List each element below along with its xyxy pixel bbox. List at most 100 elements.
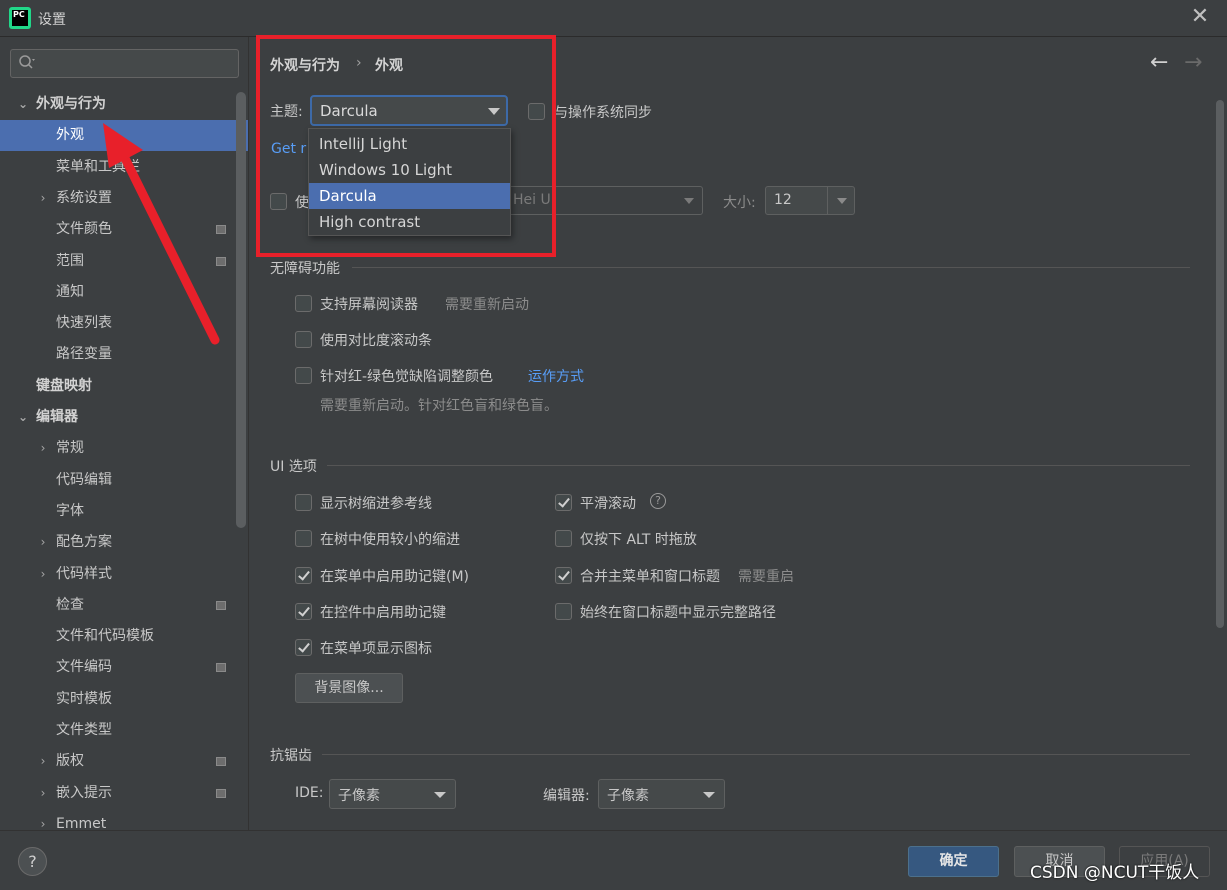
full-path-title-label: 始终在窗口标题中显示完整路径: [580, 605, 776, 621]
sidebar-item[interactable]: 代码编辑: [0, 465, 248, 496]
sidebar-item-label: 文件编码: [56, 659, 112, 676]
menu-mnemonics-checkbox[interactable]: [295, 567, 312, 584]
chevron-down-icon[interactable]: ⌄: [16, 89, 30, 120]
font-size-select[interactable]: 12: [765, 186, 855, 215]
tree-indent-guides-checkbox[interactable]: [295, 494, 312, 511]
tree-indent-guides-label: 显示树缩进参考线: [320, 496, 432, 512]
chevron-right-icon[interactable]: ›: [36, 559, 50, 590]
sidebar-item[interactable]: 字体: [0, 496, 248, 527]
background-image-button[interactable]: 背景图像...: [295, 673, 403, 703]
content-scrollbar[interactable]: [1216, 100, 1224, 628]
project-scope-icon: [216, 788, 226, 798]
chevron-down-icon: [837, 198, 847, 204]
project-scope-icon: [216, 757, 226, 767]
sidebar-item[interactable]: › 常规: [0, 433, 248, 464]
sidebar-item[interactable]: 键盘映射: [0, 371, 248, 402]
sidebar-item-label: 编辑器: [36, 409, 78, 425]
restart-required-hint: 需要重启: [738, 569, 794, 585]
close-icon[interactable]: ✕: [1188, 5, 1212, 29]
sidebar-item[interactable]: 实时模板: [0, 684, 248, 715]
sidebar-item-label: 文件类型: [56, 722, 112, 738]
chevron-down-icon: [434, 792, 446, 798]
sidebar-item-label: 字体: [56, 502, 84, 519]
ok-button[interactable]: 确定: [908, 846, 999, 877]
font-size-value: 12: [774, 192, 792, 208]
alt-drag-checkbox[interactable]: [555, 530, 572, 547]
control-mnemonics-checkbox[interactable]: [295, 603, 312, 620]
sidebar-item[interactable]: › 嵌入提示: [0, 778, 248, 809]
sidebar-item-label: 通知: [56, 283, 84, 300]
font-size-divider: [827, 187, 828, 214]
ui-options-section-title: UI 选项: [270, 459, 317, 475]
chevron-right-icon[interactable]: ›: [36, 778, 50, 809]
sidebar-item[interactable]: › 配色方案: [0, 527, 248, 558]
sidebar-item[interactable]: 文件编码: [0, 652, 248, 683]
sidebar-scrollbar[interactable]: [236, 92, 246, 528]
sidebar-item[interactable]: › 版权: [0, 746, 248, 777]
chevron-right-icon[interactable]: ›: [36, 527, 50, 558]
app-icon-text: PC: [12, 10, 28, 26]
antialiasing-section-title: 抗锯齿: [270, 748, 312, 764]
chevron-right-icon[interactable]: ›: [36, 746, 50, 777]
project-scope-icon: [216, 600, 226, 610]
search-icon: [19, 55, 35, 69]
help-button[interactable]: ?: [18, 847, 47, 876]
help-circle-icon[interactable]: ?: [650, 493, 666, 509]
search-input[interactable]: [10, 49, 239, 78]
sidebar-item-label: 嵌入提示: [56, 784, 112, 801]
color-deficiency-label: 针对红-绿色觉缺陷调整颜色: [320, 369, 494, 385]
chevron-down-icon: [684, 198, 694, 204]
chevron-down-icon: [703, 792, 715, 798]
project-scope-icon: [216, 663, 226, 673]
screen-reader-label: 支持屏幕阅读器: [320, 297, 418, 313]
chevron-right-icon[interactable]: ›: [36, 183, 50, 214]
sync-os-label: 与操作系统同步: [554, 105, 652, 121]
merge-menu-title-label: 合并主菜单和窗口标题: [580, 569, 720, 585]
alt-drag-label: 仅按下 ALT 时拖放: [580, 532, 697, 548]
watermark-text: CSDN @NCUT干饭人: [1030, 863, 1200, 883]
smaller-indent-label: 在树中使用较小的缩进: [320, 532, 460, 548]
ide-aa-select[interactable]: 子像素: [329, 779, 456, 809]
editor-aa-label: 编辑器:: [543, 788, 590, 804]
how-it-works-link[interactable]: 运作方式: [528, 366, 584, 386]
menu-icons-checkbox[interactable]: [295, 639, 312, 656]
menu-mnemonics-label: 在菜单中启用助记键(M): [320, 569, 470, 585]
sidebar-item-label: 外观: [56, 127, 84, 144]
title-bar: [0, 0, 1227, 37]
sidebar-item[interactable]: 文件和代码模板: [0, 621, 248, 652]
forward-arrow-icon[interactable]: →: [1184, 50, 1202, 75]
back-arrow-icon[interactable]: ←: [1150, 50, 1168, 75]
contrast-scrollbar-checkbox[interactable]: [295, 331, 312, 348]
chevron-right-icon[interactable]: ›: [36, 433, 50, 464]
sidebar-item-label: 范围: [56, 252, 84, 269]
sidebar-item-label: 键盘映射: [36, 377, 92, 394]
sidebar-item[interactable]: 检查: [0, 590, 248, 621]
smaller-indent-checkbox[interactable]: [295, 530, 312, 547]
sidebar-item[interactable]: ⌄ 编辑器: [0, 402, 248, 433]
full-path-title-checkbox[interactable]: [555, 603, 572, 620]
accessibility-section-title: 无障碍功能: [270, 261, 340, 277]
color-deficiency-hint: 需要重新启动。针对红色盲和绿色盲。: [320, 398, 558, 414]
sidebar-item[interactable]: › 代码样式: [0, 559, 248, 590]
sidebar-item[interactable]: › Emmet: [0, 809, 248, 830]
merge-menu-title-checkbox[interactable]: [555, 567, 572, 584]
chevron-right-icon[interactable]: ›: [36, 809, 50, 830]
sidebar-item[interactable]: ⌄ 外观与行为: [0, 89, 248, 120]
smooth-scroll-checkbox[interactable]: [555, 494, 572, 511]
section-divider: [352, 267, 1190, 268]
sidebar-item-label: 版权: [56, 753, 84, 770]
screen-reader-checkbox[interactable]: [295, 295, 312, 312]
chevron-down-icon[interactable]: ⌄: [16, 402, 30, 433]
editor-aa-select[interactable]: 子像素: [598, 779, 725, 809]
sidebar-item-label: 文件和代码模板: [56, 628, 154, 645]
sidebar-item[interactable]: 文件类型: [0, 715, 248, 746]
contrast-scrollbar-label: 使用对比度滚动条: [320, 333, 432, 349]
section-divider: [327, 465, 1190, 466]
screen-reader-hint: 需要重新启动: [445, 297, 529, 313]
sidebar-item-label: 实时模板: [56, 690, 112, 707]
control-mnemonics-label: 在控件中启用助记键: [320, 605, 446, 621]
font-size-label: 大小:: [723, 195, 756, 211]
color-deficiency-checkbox[interactable]: [295, 367, 312, 384]
sidebar-item-label: Emmet: [56, 815, 107, 830]
sidebar-item-label: 常规: [56, 440, 84, 457]
